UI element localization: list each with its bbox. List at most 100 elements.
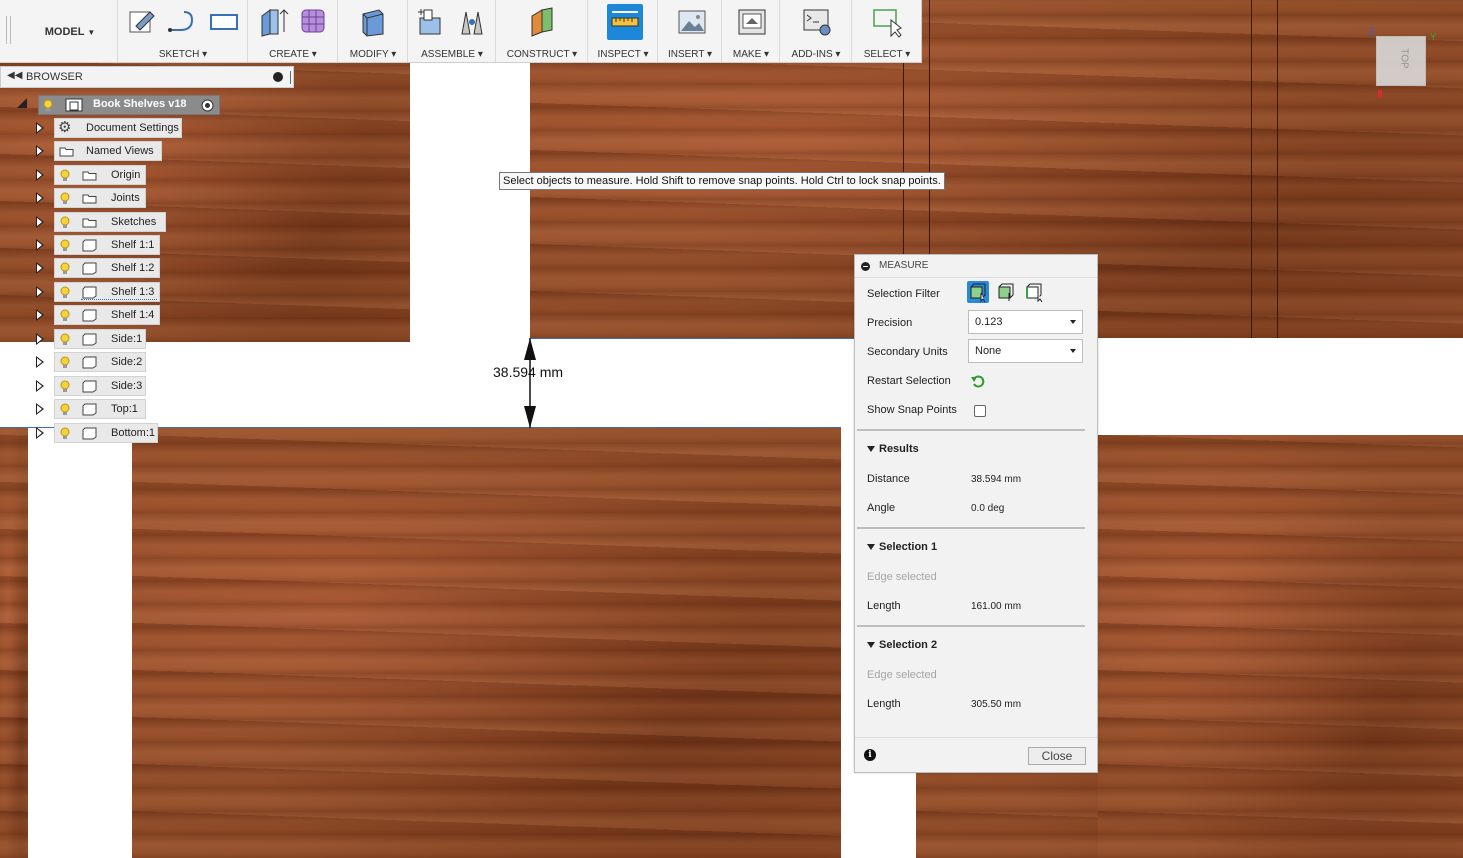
make-group[interactable]: MAKE ▾ [721, 0, 780, 62]
lightbulb-icon[interactable] [60, 262, 70, 275]
expand-arrow-icon[interactable] [36, 262, 44, 274]
workspace-dropdown[interactable]: MODEL ▼ [30, 18, 110, 46]
face-filter-icon[interactable] [996, 282, 1016, 302]
insert-group[interactable]: INSERT ▾ [657, 0, 722, 62]
create-sketch-icon[interactable] [126, 6, 158, 38]
filter-body-button[interactable] [967, 281, 989, 303]
press-pull-icon[interactable] [357, 6, 389, 38]
expand-arrow-icon[interactable] [36, 380, 44, 392]
edge-filter-icon[interactable] [1024, 282, 1044, 302]
offset-plane-icon[interactable] [526, 6, 558, 38]
insert-image-icon[interactable] [676, 6, 708, 38]
wood-panel-bottom-shelf[interactable] [132, 428, 841, 858]
results-section-header[interactable]: Results [867, 443, 919, 455]
body-icon [82, 356, 97, 369]
expand-arrow-icon[interactable] [36, 309, 44, 321]
tree-item-named-views[interactable]: Named Views [36, 141, 166, 161]
browser-header[interactable]: ◀◀ BROWSER [0, 66, 294, 88]
select-icon[interactable] [871, 6, 903, 38]
collapse-icon[interactable]: ◀◀ [7, 70, 22, 81]
expand-arrow-icon[interactable] [36, 122, 44, 134]
select-group[interactable]: SELECT ▾ [851, 0, 922, 62]
lightbulb-icon[interactable] [60, 380, 70, 393]
lightbulb-icon[interactable] [60, 427, 70, 440]
tree-item-side-2[interactable]: Side:2 [36, 352, 150, 372]
lightbulb-icon[interactable] [60, 286, 70, 299]
tree-item-origin[interactable]: Origin [36, 165, 156, 185]
tree-item-shelf-1-1[interactable]: Shelf 1:1 [36, 235, 164, 255]
selected-edge-top [530, 338, 854, 339]
minimize-icon[interactable] [273, 72, 283, 82]
lightbulb-icon[interactable] [60, 216, 70, 229]
tree-item-document-settings[interactable]: ⚙ Document Settings [36, 118, 186, 138]
lightbulb-icon[interactable] [60, 169, 70, 182]
modify-group[interactable]: MODIFY ▾ [337, 0, 408, 62]
expand-arrow-icon[interactable] [36, 145, 44, 157]
tree-item-joints[interactable]: Joints [36, 188, 156, 208]
lightbulb-icon[interactable] [43, 99, 53, 112]
secondary-units-dropdown[interactable]: None [968, 339, 1083, 363]
joint-icon[interactable] [456, 6, 488, 38]
new-component-icon[interactable] [414, 6, 446, 38]
lightbulb-icon[interactable] [60, 192, 70, 205]
panel-edge [1277, 0, 1278, 338]
precision-label: Precision [867, 317, 913, 329]
add-ins-group[interactable]: ADD-INS ▾ [779, 0, 852, 62]
root-expand-toggle[interactable] [17, 98, 27, 108]
precision-dropdown[interactable]: 0.123 [968, 310, 1083, 334]
node-box: Top:1 [54, 399, 146, 419]
tree-item-bottom-1[interactable]: Bottom:1 [36, 423, 160, 443]
tree-item-top-1[interactable]: Top:1 [36, 399, 150, 419]
expand-arrow-icon[interactable] [36, 239, 44, 251]
extrude-icon[interactable] [258, 6, 290, 38]
rectangle-icon[interactable] [208, 6, 240, 38]
collapse-icon[interactable] [861, 262, 870, 271]
browser-root-node[interactable]: Book Shelves v18 [38, 95, 220, 115]
measure-icon [611, 11, 639, 27]
sketch-group[interactable]: SKETCH ▾ [117, 0, 248, 62]
expand-arrow-icon[interactable] [36, 286, 44, 298]
divider [857, 527, 1085, 529]
lightbulb-icon[interactable] [60, 309, 70, 322]
selection2-section-header[interactable]: Selection 2 [867, 639, 937, 651]
3d-print-icon[interactable] [736, 6, 768, 38]
close-button[interactable]: Close [1028, 747, 1086, 765]
wood-panel-left-strip[interactable] [0, 428, 28, 858]
expand-arrow-icon[interactable] [36, 216, 44, 228]
expand-arrow-icon[interactable] [36, 356, 44, 368]
measure-header[interactable]: MEASURE [855, 255, 1097, 278]
divider [290, 71, 291, 84]
expand-arrow-icon[interactable] [36, 427, 44, 439]
tree-item-shelf-1-4[interactable]: Shelf 1:4 [36, 305, 164, 325]
tree-item-side-1[interactable]: Side:1 [36, 329, 150, 349]
lightbulb-icon[interactable] [60, 403, 70, 416]
viewcube[interactable]: TOP [1376, 36, 1426, 86]
inspect-group[interactable]: INSPECT ▾ [587, 0, 658, 62]
footer-divider [855, 737, 1097, 738]
lightbulb-icon[interactable] [60, 239, 70, 252]
selection1-section-header[interactable]: Selection 1 [867, 541, 937, 553]
measure-tool-button[interactable] [607, 4, 643, 40]
assemble-group[interactable]: ASSEMBLE ▾ [407, 0, 496, 62]
snap-points-checkbox[interactable] [974, 405, 986, 417]
info-icon[interactable]: i [864, 749, 876, 761]
expand-arrow-icon[interactable] [36, 333, 44, 345]
restart-icon[interactable] [970, 373, 986, 389]
toolbar-grip[interactable] [6, 16, 11, 44]
wood-panel-right-mid[interactable] [1098, 435, 1463, 858]
expand-arrow-icon[interactable] [36, 192, 44, 204]
form-icon[interactable] [298, 6, 330, 38]
create-group[interactable]: CREATE ▾ [247, 0, 338, 62]
tree-item-shelf-1-3[interactable]: Shelf 1:3 [36, 282, 164, 302]
lightbulb-icon[interactable] [60, 333, 70, 346]
expand-arrow-icon[interactable] [36, 169, 44, 181]
tree-item-shelf-1-2[interactable]: Shelf 1:2 [36, 258, 164, 278]
scripts-icon[interactable] [801, 6, 833, 38]
line-icon[interactable] [166, 6, 198, 38]
expand-arrow-icon[interactable] [36, 403, 44, 415]
lightbulb-icon[interactable] [60, 356, 70, 369]
construct-group[interactable]: CONSTRUCT ▾ [495, 0, 588, 62]
activate-radio-icon[interactable] [201, 99, 214, 112]
tree-item-side-3[interactable]: Side:3 [36, 376, 150, 396]
tree-item-sketches[interactable]: Sketches [36, 212, 170, 232]
